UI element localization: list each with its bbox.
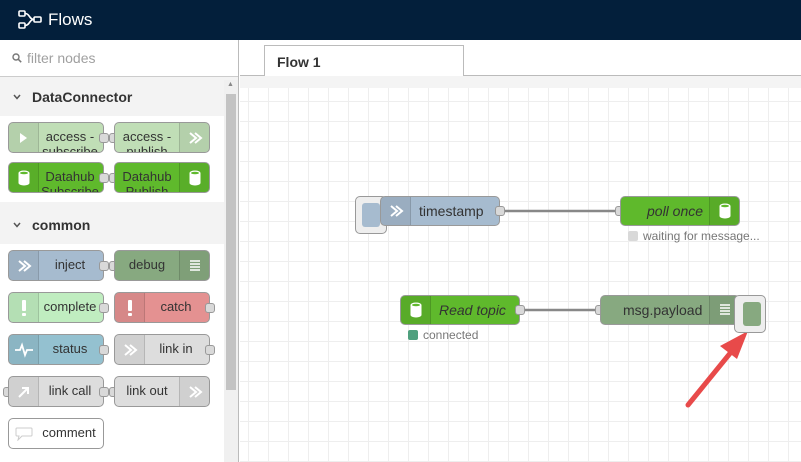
header-title: Flows	[48, 10, 93, 29]
status-text: waiting for message...	[643, 229, 760, 243]
node-label: link out	[126, 383, 168, 398]
palette-node-comment[interactable]: comment	[8, 418, 104, 449]
node-label: access -	[122, 129, 172, 144]
output-port	[205, 345, 215, 355]
scroll-up-arrow-icon: ▲	[227, 81, 234, 88]
palette-scrollbar[interactable]: ▲	[224, 80, 238, 462]
database-icon	[179, 163, 209, 192]
node-status-read-topic: connected	[408, 328, 478, 342]
palette-node-complete[interactable]: complete	[8, 292, 104, 323]
palette-node-inject[interactable]: inject	[8, 250, 104, 281]
tab-label: Flow 1	[277, 53, 321, 70]
node-label: Datahub	[122, 169, 172, 184]
palette-search	[0, 40, 238, 77]
debug-toggle-fill	[743, 302, 761, 326]
palette-node-status[interactable]: status	[8, 334, 104, 365]
wires-layer	[500, 209, 748, 408]
link-in-icon	[115, 335, 145, 364]
flow-workspace[interactable]: timestamp poll once waiting for message.…	[240, 76, 801, 462]
status-dot	[408, 330, 418, 340]
chevron-down-icon	[12, 219, 24, 231]
filter-nodes-input[interactable]	[27, 50, 217, 66]
node-status-poll-once: waiting for message...	[628, 229, 760, 243]
node-label: debug	[128, 257, 166, 272]
pulse-icon	[9, 335, 39, 364]
database-icon	[709, 197, 739, 225]
palette-node-access-publish[interactable]: access - publish	[114, 122, 210, 153]
header-bar: Flows	[0, 0, 801, 40]
flow-node-poll-once[interactable]: poll once	[620, 196, 740, 226]
category-title: DataConnector	[32, 89, 133, 105]
node-label-line2: Subscribe	[41, 184, 99, 193]
exclamation-icon	[9, 293, 39, 322]
arrow-out-icon	[179, 123, 209, 152]
comment-bubble-icon	[9, 419, 39, 448]
node-label: link in	[159, 341, 193, 356]
annotation-arrow-head	[720, 331, 748, 359]
node-label-line2: publish	[126, 144, 168, 153]
link-call-icon	[9, 377, 39, 406]
flow-node-read-topic[interactable]: Read topic	[400, 295, 520, 325]
node-label: Read topic	[439, 302, 506, 318]
category-title: common	[32, 217, 91, 233]
status-dot	[628, 231, 638, 241]
debug-list-icon	[179, 251, 209, 280]
output-port[interactable]	[515, 305, 525, 315]
link-out-icon	[179, 377, 209, 406]
arrow-in-icon	[9, 251, 39, 280]
category-header-common[interactable]: common	[0, 206, 224, 244]
flow-node-timestamp[interactable]: timestamp	[380, 196, 500, 226]
palette-node-link-in[interactable]: link in	[114, 334, 210, 365]
category-body-dataconnector: access - subscribe access - publish Data…	[0, 116, 224, 202]
node-label: poll once	[647, 203, 704, 219]
chevron-down-icon	[12, 91, 24, 103]
node-red-editor: Flows DataConnector access - subscribe	[0, 0, 801, 462]
output-port	[99, 387, 109, 397]
output-port	[99, 133, 109, 143]
node-label: timestamp	[419, 203, 484, 219]
node-label: link call	[48, 383, 92, 398]
node-palette: DataConnector access - subscribe access …	[0, 40, 239, 462]
node-label: Datahub	[45, 169, 95, 184]
debug-toggle-button[interactable]	[734, 295, 766, 333]
palette-node-debug[interactable]: debug	[114, 250, 210, 281]
output-port[interactable]	[495, 206, 505, 216]
annotation-arrow-shaft	[685, 343, 739, 408]
node-label-line2: subscribe	[42, 144, 98, 153]
node-label: inject	[54, 257, 86, 272]
node-label-line2: Publish	[125, 184, 169, 193]
arrow-in-icon	[381, 197, 411, 225]
inject-button-fill	[362, 203, 380, 227]
palette-node-datahub-subscribe[interactable]: Datahub Subscribe	[8, 162, 104, 193]
palette-node-access-subscribe[interactable]: access - subscribe	[8, 122, 104, 153]
palette-node-link-out[interactable]: link out	[114, 376, 210, 407]
category-body-common: inject debug complete catch status link …	[0, 244, 224, 462]
tab-flow-1[interactable]: Flow 1	[264, 45, 464, 77]
node-label: status	[52, 341, 88, 356]
search-icon	[12, 53, 22, 63]
exclamation-icon	[115, 293, 145, 322]
node-label: comment	[42, 425, 96, 440]
output-port	[205, 303, 215, 313]
workspace-tabs: Flow 1	[240, 40, 801, 77]
node-label: catch	[160, 299, 192, 314]
output-port	[99, 303, 109, 313]
output-port	[99, 261, 109, 271]
scrollbar-thumb[interactable]	[226, 94, 236, 390]
palette-node-link-call[interactable]: link call	[8, 376, 104, 407]
node-red-logo-icon	[18, 9, 42, 31]
palette-node-catch[interactable]: catch	[114, 292, 210, 323]
arrow-in-icon	[9, 123, 39, 152]
node-label: msg.payload	[623, 302, 703, 318]
category-header-dataconnector[interactable]: DataConnector	[0, 78, 224, 116]
database-icon	[401, 296, 431, 324]
palette-node-datahub-publish[interactable]: Datahub Publish	[114, 162, 210, 193]
database-icon	[9, 163, 39, 192]
node-label: access -	[45, 129, 95, 144]
status-text: connected	[423, 328, 479, 342]
output-port	[99, 173, 109, 183]
output-port	[99, 345, 109, 355]
node-label: complete	[43, 299, 97, 314]
flow-node-msg-payload[interactable]: msg.payload	[600, 295, 740, 325]
